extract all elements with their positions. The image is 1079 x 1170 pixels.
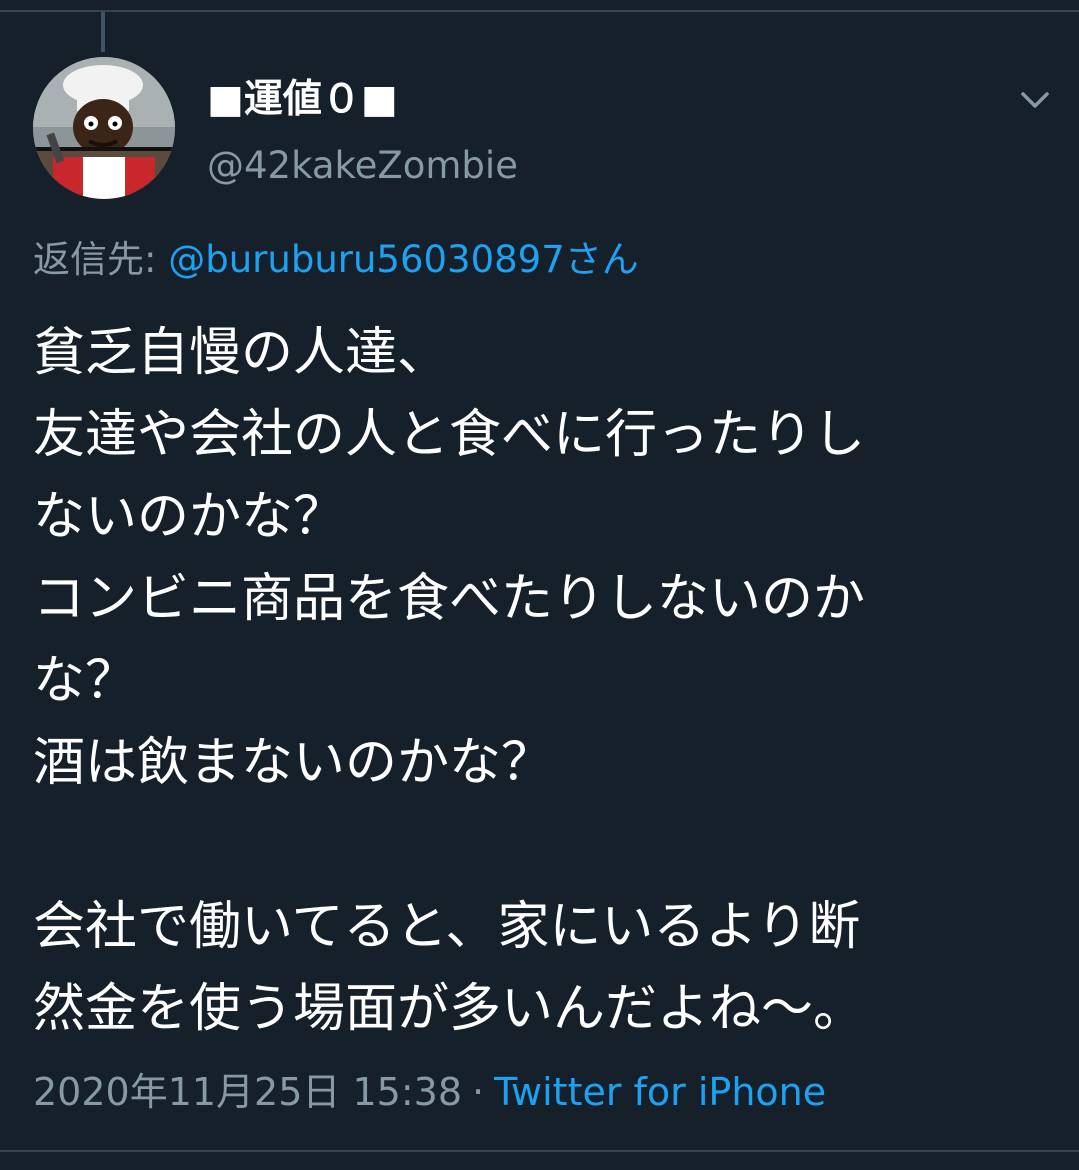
tweet-text-line: な？ (33, 651, 138, 711)
tweet-text-line: 然金を使う場面が多いんだよね〜。 (33, 979, 866, 1039)
meta-separator: · (472, 1070, 485, 1114)
avatar[interactable] (33, 57, 175, 199)
tweet-source-link[interactable]: Twitter for iPhone (494, 1070, 826, 1114)
tweet-text-line-blank (33, 804, 1063, 886)
reply-to-user-link[interactable]: @buruburu56030897さん (168, 238, 639, 281)
tweet-text-line: 貧乏自慢の人達、 (33, 323, 450, 383)
top-divider (0, 0, 1079, 12)
tweet-text-line: ないのかな？ (33, 487, 346, 547)
bottom-divider (0, 1150, 1079, 1152)
reply-to-prefix: 返信先: (33, 238, 169, 281)
avatar-icon (33, 57, 175, 199)
chevron-down-icon[interactable] (1013, 78, 1057, 122)
reply-to-line: 返信先: @buruburu56030897さん (33, 234, 639, 286)
tweet-text-line: コンビニ商品を食べたりしないのか (33, 569, 866, 629)
tweet-timestamp[interactable]: 2020年11月25日 15:38 (33, 1070, 462, 1114)
author-handle[interactable]: @42kakeZombie (207, 141, 518, 191)
tweet-body: 貧乏自慢の人達、 友達や会社の人と食べに行ったりし ないのかな？ コンビニ商品を… (33, 312, 1063, 1050)
thread-connector-line (101, 12, 105, 52)
author-display-name[interactable]: ■運値０■ (207, 74, 398, 126)
tweet-text-line: 会社で働いてると、家にいるより断 (33, 897, 861, 957)
tweet-text-line: 酒は飲まないのかな？ (33, 733, 554, 793)
tweet-meta: 2020年11月25日 15:38 · Twitter for iPhone (33, 1064, 826, 1120)
tweet-text-line: 友達や会社の人と食べに行ったりし (33, 405, 866, 465)
